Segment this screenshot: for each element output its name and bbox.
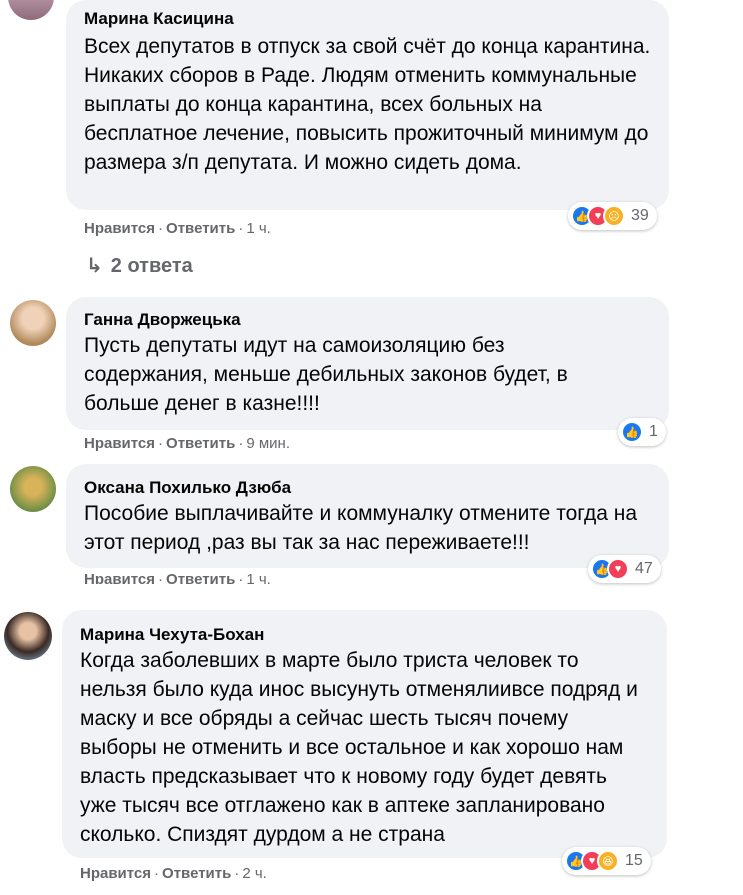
separator: · bbox=[238, 435, 244, 452]
reactions-summary[interactable]: 👍 ♥ 😆 15 bbox=[562, 847, 651, 875]
like-button[interactable]: Нравится bbox=[84, 435, 155, 452]
separator: · bbox=[238, 220, 244, 237]
avatar[interactable] bbox=[4, 612, 52, 660]
replies-count: 2 ответа bbox=[110, 255, 193, 277]
like-button[interactable]: Нравится bbox=[80, 865, 151, 882]
sad-reaction-icon: ☹ bbox=[603, 205, 625, 227]
haha-reaction-icon: 😆 bbox=[597, 850, 619, 872]
comment-text: Пусть депутаты идут на самоизоляцию без … bbox=[84, 334, 568, 415]
avatar[interactable] bbox=[10, 300, 56, 346]
comment-author[interactable]: Оксана Похилько Дзюба bbox=[84, 478, 291, 498]
reply-button[interactable]: Ответить bbox=[166, 435, 235, 452]
separator: · bbox=[154, 865, 160, 882]
separator: · bbox=[158, 220, 164, 237]
comment-time[interactable]: 1 ч. bbox=[246, 571, 271, 584]
like-reaction-icon: 👍 bbox=[621, 421, 643, 443]
view-replies-link[interactable]: ↳ 2 ответа bbox=[86, 253, 193, 278]
comment-text: Когда заболевших в марте было триста чел… bbox=[80, 649, 638, 846]
reactions-summary[interactable]: 👍 1 bbox=[618, 418, 666, 446]
comment-actions: Нравится · Ответить · 9 мин. bbox=[84, 435, 290, 452]
reply-button[interactable]: Ответить bbox=[162, 865, 231, 882]
avatar[interactable] bbox=[8, 0, 54, 20]
like-button[interactable]: Нравится bbox=[84, 220, 155, 237]
comment-actions: Нравится · Ответить · 1 ч. bbox=[84, 220, 271, 237]
reaction-count: 1 bbox=[649, 423, 658, 440]
love-reaction-icon: ♥ bbox=[607, 558, 629, 580]
separator: · bbox=[238, 571, 244, 584]
reactions-summary[interactable]: 👍 ♥ ☹ 39 bbox=[568, 202, 657, 230]
separator: · bbox=[158, 571, 164, 584]
reply-arrow-icon: ↳ bbox=[86, 255, 103, 277]
reaction-count: 47 bbox=[635, 560, 653, 577]
comment-time[interactable]: 9 мин. bbox=[246, 435, 290, 452]
comment-time[interactable]: 1 ч. bbox=[246, 220, 271, 237]
avatar[interactable] bbox=[10, 466, 56, 512]
comment-time[interactable]: 2 ч. bbox=[242, 865, 267, 882]
comment-author[interactable]: Марина Касицина bbox=[84, 9, 234, 29]
reply-button[interactable]: Ответить bbox=[166, 571, 235, 584]
comment-actions: Нравится · Ответить · 2 ч. bbox=[80, 865, 267, 882]
reaction-count: 39 bbox=[631, 207, 649, 224]
reactions-summary[interactable]: 👍 ♥ 47 bbox=[588, 555, 661, 583]
comment-text: Всех депутатов в отпуск за свой счёт до … bbox=[84, 35, 651, 174]
comment-text: Пособие выплачивайте и коммуналку отмени… bbox=[84, 502, 638, 554]
separator: · bbox=[234, 865, 240, 882]
comment-author[interactable]: Ганна Дворжецька bbox=[84, 310, 241, 330]
separator: · bbox=[158, 435, 164, 452]
like-button[interactable]: Нравится bbox=[84, 571, 155, 584]
comment-author[interactable]: Марина Чехута-Бохан bbox=[80, 625, 264, 645]
reply-button[interactable]: Ответить bbox=[166, 220, 235, 237]
comment-actions: Нравится · Ответить · 1 ч. bbox=[84, 571, 271, 584]
reaction-count: 15 bbox=[625, 852, 643, 869]
